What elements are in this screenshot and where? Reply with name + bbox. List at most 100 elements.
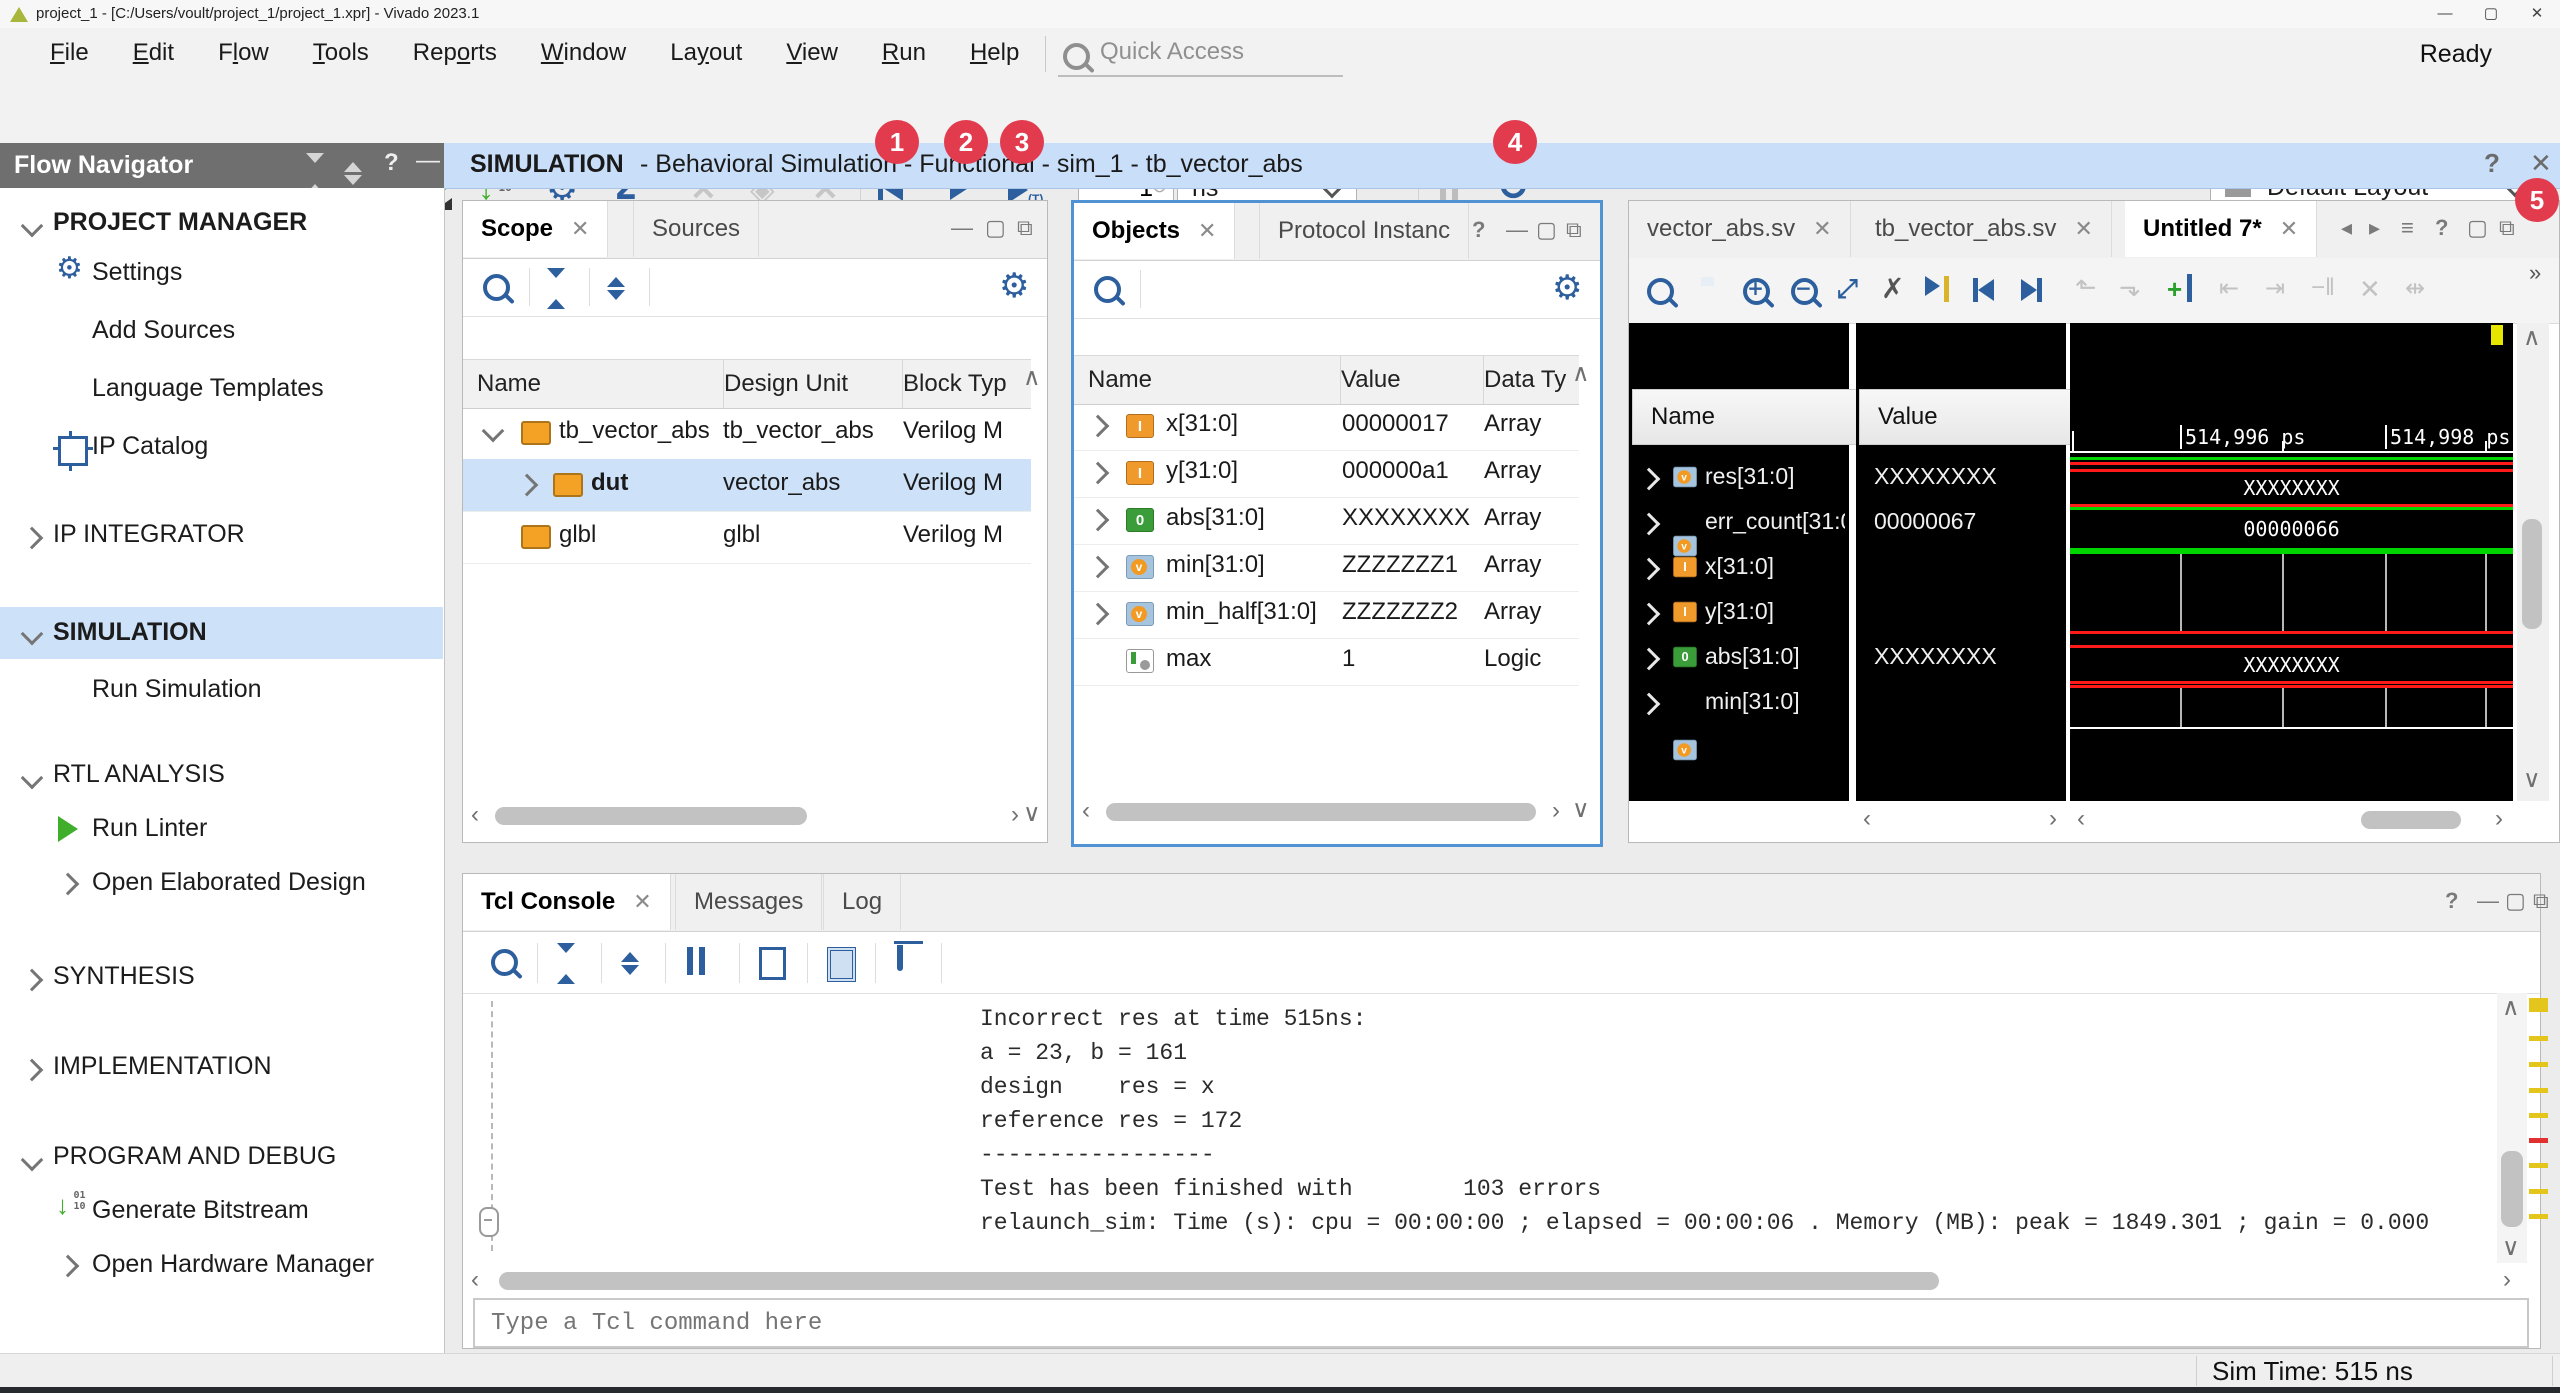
minimize-panel-icon[interactable]: —: [1506, 217, 1528, 243]
search-icon[interactable]: [1647, 278, 1674, 305]
float-panel-icon[interactable]: ⧉: [2533, 888, 2549, 914]
wave-canvas[interactable]: 514,996 ps 514,998 ps XXXXXXXX 00000066 …: [2070, 323, 2513, 801]
error-mark[interactable]: [2529, 1163, 2548, 1168]
menu-item-run[interactable]: Run: [882, 39, 926, 67]
tab-untitled-7[interactable]: Untitled 7*✕: [2125, 201, 2317, 257]
expand-icon[interactable]: [1087, 462, 1110, 485]
wave-signal-name[interactable]: res[31:0]: [1705, 463, 1795, 490]
object-row-min[interactable]: min[31:0] ZZZZZZZ1 Array: [1074, 544, 1579, 592]
tab-protocol-instances[interactable]: Protocol Instanc: [1259, 203, 1469, 259]
tab-vector-abs-sv[interactable]: vector_abs.sv✕: [1629, 201, 1851, 257]
menu-item-reports[interactable]: Reports: [413, 39, 497, 67]
scope-row-dut[interactable]: dut vector_abs Verilog M: [463, 459, 1031, 512]
search-icon[interactable]: [1094, 276, 1121, 303]
sidebar-item-open-hardware-manager[interactable]: Open Hardware Manager: [92, 1250, 374, 1279]
error-mark[interactable]: [2529, 998, 2548, 1012]
fold-handle-icon[interactable]: [479, 1207, 499, 1237]
zoom-fit-icon[interactable]: ⤢: [1837, 274, 1858, 305]
column-header[interactable]: Value: [1327, 356, 1484, 404]
scroll-down-icon[interactable]: ∨: [1572, 795, 1590, 824]
scope-row-glbl[interactable]: glbl glbl Verilog M: [463, 511, 1031, 564]
wave-v-scrollbar[interactable]: ∧ ∨: [2517, 323, 2549, 801]
float-panel-icon[interactable]: ⧉: [2499, 215, 2515, 241]
menu-item-file[interactable]: File: [50, 39, 89, 67]
sidebar-section-implementation[interactable]: IMPLEMENTATION: [53, 1052, 272, 1081]
console-v-scrollbar[interactable]: ∧ ∨: [2497, 993, 2527, 1263]
error-mark[interactable]: [2529, 1062, 2548, 1067]
scroll-right-icon[interactable]: ›: [1011, 801, 1019, 829]
minimize-panel-icon[interactable]: —: [416, 147, 440, 175]
float-panel-icon[interactable]: ⧉: [1566, 217, 1582, 243]
minimize-panel-icon[interactable]: —: [2477, 888, 2499, 914]
object-row-x[interactable]: I x[31:0] 00000017 Array: [1074, 403, 1579, 451]
menu-item-edit[interactable]: Edit: [133, 39, 174, 67]
h-scrollbar-thumb[interactable]: [499, 1272, 1939, 1290]
help-icon[interactable]: ?: [2445, 888, 2458, 914]
tab-close-icon[interactable]: ✕: [2074, 216, 2092, 242]
maximize-panel-icon[interactable]: ▢: [2467, 215, 2488, 241]
sidebar-section-synthesis[interactable]: SYNTHESIS: [53, 962, 195, 991]
tab-log[interactable]: Log: [823, 874, 901, 930]
tab-tb-vector-abs-sv[interactable]: tb_vector_abs.sv✕: [1857, 201, 2112, 257]
sidebar-item-add-sources[interactable]: Add Sources: [92, 316, 235, 345]
previous-transition-icon[interactable]: [1973, 278, 1994, 302]
tab-scroll-left-icon[interactable]: ◂: [2341, 215, 2352, 241]
expand-icon[interactable]: [1087, 415, 1110, 438]
scroll-up-icon[interactable]: ∧: [1572, 359, 1590, 388]
quick-access-input[interactable]: Quick Access: [1100, 38, 1340, 72]
close-icon[interactable]: ✕: [2514, 0, 2560, 28]
panel-settings-icon[interactable]: ⚙: [999, 266, 1029, 306]
expand-icon[interactable]: [482, 420, 505, 443]
wave-signal-name[interactable]: x[31:0]: [1705, 553, 1774, 580]
tcl-command-input[interactable]: [473, 1298, 2529, 1348]
scroll-up-icon[interactable]: ∧: [1023, 363, 1041, 392]
sidebar-item-language-templates[interactable]: Language Templates: [92, 374, 324, 403]
help-icon[interactable]: ?: [384, 149, 399, 177]
scroll-down-icon[interactable]: ∨: [2523, 765, 2541, 794]
panel-settings-icon[interactable]: ⚙: [1552, 268, 1582, 308]
maximize-panel-icon[interactable]: ▢: [1536, 217, 1557, 243]
wave-name-header[interactable]: Name: [1632, 389, 1864, 445]
console-output[interactable]: Incorrect res at time 515ns: a = 23, b =…: [463, 993, 2493, 1263]
column-header[interactable]: Block Typ: [889, 360, 1045, 408]
sim-help-icon[interactable]: ?: [2484, 148, 2500, 179]
tab-close-icon[interactable]: ✕: [2280, 216, 2298, 242]
scope-row-tb_vector_abs[interactable]: tb_vector_abs tb_vector_abs Verilog M: [463, 407, 1031, 460]
zoom-out-icon[interactable]: −: [1791, 278, 1818, 305]
error-mark[interactable]: [2529, 1088, 2548, 1093]
scroll-right-icon[interactable]: ›: [2495, 805, 2503, 833]
minimize-panel-icon[interactable]: —: [951, 215, 973, 241]
column-header[interactable]: Design Unit: [710, 360, 903, 408]
maximize-icon[interactable]: ▢: [2468, 0, 2514, 28]
scroll-right-icon[interactable]: ›: [2503, 1266, 2511, 1294]
tab-tcl-console[interactable]: Tcl Console✕: [463, 874, 671, 930]
scroll-right-icon[interactable]: ›: [2049, 805, 2057, 833]
scroll-right-icon[interactable]: ›: [1552, 797, 1560, 825]
object-row-max[interactable]: max 1 Logic: [1074, 638, 1579, 686]
tab-close-icon[interactable]: ✕: [1813, 216, 1831, 242]
sidebar-section-project-manager[interactable]: PROJECT MANAGER: [53, 208, 307, 237]
h-scrollbar-thumb[interactable]: [2361, 811, 2461, 829]
expand-icon[interactable]: [1087, 556, 1110, 579]
sidebar-section-program-and-debug[interactable]: PROGRAM AND DEBUG: [53, 1142, 336, 1171]
scroll-left-icon[interactable]: ‹: [1082, 797, 1090, 825]
sidebar-item-ip-catalog[interactable]: IP Catalog: [92, 432, 208, 461]
goto-time-icon[interactable]: [1925, 276, 1949, 302]
object-row-abs[interactable]: 0 abs[31:0] XXXXXXXX Array: [1074, 497, 1579, 545]
more-tools-icon[interactable]: »: [2529, 260, 2541, 286]
sidebar-item-settings[interactable]: Settings: [92, 258, 182, 287]
wave-value-header[interactable]: Value: [1859, 389, 2081, 445]
tab-scope[interactable]: Scope✕: [463, 201, 608, 257]
error-mark[interactable]: [2529, 1113, 2548, 1118]
collapse-all-icon[interactable]: [547, 268, 565, 309]
menu-item-window[interactable]: Window: [541, 39, 626, 67]
sidebar-item-run-linter[interactable]: Run Linter: [92, 814, 207, 843]
scroll-left-icon[interactable]: ‹: [2077, 805, 2085, 833]
search-icon[interactable]: [483, 274, 510, 301]
expand-icon[interactable]: [1087, 603, 1110, 626]
wave-signal-name[interactable]: abs[31:0]: [1705, 643, 1800, 670]
sidebar-item-open-elaborated-design[interactable]: Open Elaborated Design: [92, 868, 366, 897]
tab-close-icon[interactable]: ✕: [633, 889, 651, 915]
sidebar-item-generate-bitstream[interactable]: Generate Bitstream: [92, 1196, 309, 1225]
tab-close-icon[interactable]: ✕: [571, 216, 589, 242]
